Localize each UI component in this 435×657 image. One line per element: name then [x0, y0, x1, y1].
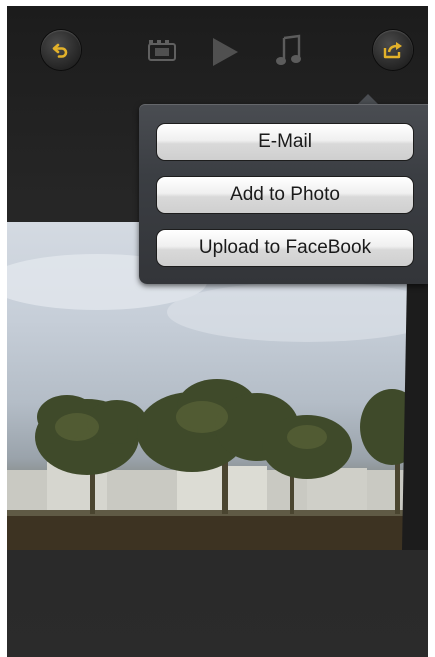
upload-to-facebook-button[interactable]: Upload to FaceBook [156, 229, 414, 267]
share-menu-popover: E-Mail Add to Photo Upload to FaceBook [139, 104, 428, 284]
share-export-icon [383, 42, 402, 59]
email-button[interactable]: E-Mail [156, 123, 414, 161]
filmstrip-icon [148, 40, 176, 61]
add-to-photo-button[interactable]: Add to Photo [156, 176, 414, 214]
back-button[interactable] [41, 30, 81, 70]
play-icon [213, 38, 238, 66]
play-button[interactable] [210, 36, 240, 73]
music-button[interactable] [275, 34, 305, 73]
app-screen: E-Mail Add to Photo Upload to FaceBook [7, 6, 428, 657]
undo-arrow-icon [52, 43, 68, 58]
share-button[interactable] [373, 30, 413, 70]
frames-button[interactable] [146, 39, 180, 70]
music-note-icon [276, 34, 301, 65]
